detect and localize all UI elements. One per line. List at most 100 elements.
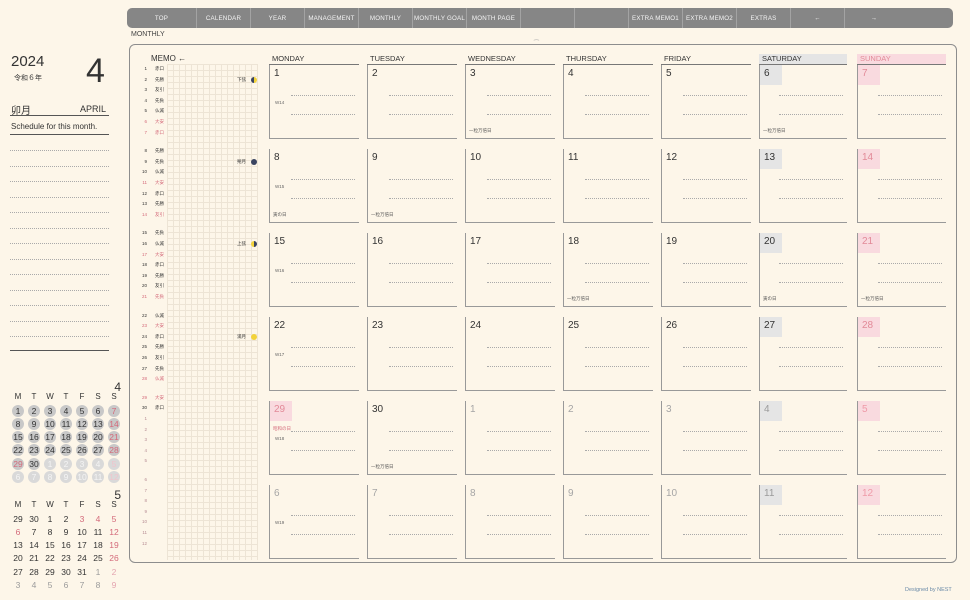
mini-calendar-day[interactable]: 15 [42,539,58,552]
memo-row[interactable]: 3 [139,437,259,447]
day-cell[interactable]: 3 一粒万倍日 [465,65,555,139]
day-cell[interactable]: 21 一粒万倍日 [857,233,946,307]
mini-calendar-day[interactable]: 18 [90,539,106,552]
mini-calendar-day[interactable]: 29 [10,512,26,525]
memo-row[interactable]: 12 [139,541,259,551]
memo-row[interactable]: 7 [139,488,259,498]
mini-calendar-day[interactable]: 30 [26,512,42,525]
memo-row[interactable]: 4 [139,448,259,458]
mini-calendar-day[interactable]: 7 [26,471,42,484]
memo-row[interactable]: 9 先負 朔月 [139,158,259,169]
mini-calendar-day[interactable]: 30 [58,565,74,578]
mini-calendar-day[interactable]: 4 [90,512,106,525]
day-cell[interactable]: 24 [465,317,555,391]
day-cell[interactable]: 22 W17 [269,317,359,391]
mini-calendar-next-month[interactable]: 5 M T W T F S S 29 30 1 2 3 4 5 6 7 8 9 10 11 12 13 14 15 16 17 18… [10,488,122,590]
day-cell[interactable]: 6 W19 [269,485,359,559]
day-cell[interactable]: 5 [857,401,946,475]
schedule-line[interactable] [10,274,109,275]
mini-calendar-day[interactable]: 13 [10,539,26,552]
mini-calendar-day[interactable]: 3 [10,579,26,592]
day-cell[interactable]: 2 [367,65,457,139]
mini-calendar-day[interactable]: 25 [58,444,74,457]
day-cell[interactable]: 27 [759,317,847,391]
mini-calendar-day[interactable]: 29 [10,457,26,470]
mini-calendar-day[interactable]: 28 [106,444,122,457]
memo-row[interactable]: 9 [139,509,259,519]
drag-handle[interactable]: ⁀ [534,40,539,47]
day-cell[interactable]: 20 寅の日 [759,233,847,307]
day-cell[interactable]: 8 W15 寅の日 [269,149,359,223]
mini-calendar-day[interactable]: 1 [10,404,26,417]
day-cell[interactable]: 30 一粒万倍日 [367,401,457,475]
schedule-line[interactable] [10,305,109,306]
mini-calendar-day[interactable]: 10 [74,525,90,538]
memo-row[interactable]: 24 赤口 満月 [139,333,259,344]
day-cell[interactable]: 2 [563,401,653,475]
mini-calendar-day[interactable]: 28 [26,565,42,578]
memo-row[interactable]: 30 赤口 [139,405,259,415]
mini-calendar-day[interactable]: 3 [42,404,58,417]
nav-button--[interactable]: ← [791,8,845,28]
mini-calendar-day[interactable]: 11 [90,471,106,484]
day-cell[interactable]: 29 W18 昭和の日 [269,401,359,475]
memo-row[interactable]: 2 先勝 下弦 [139,76,259,87]
memo-row[interactable]: 6 [139,477,259,487]
mini-calendar-day[interactable]: 5 [106,512,122,525]
mini-calendar-day[interactable]: 7 [26,525,42,538]
day-cell[interactable]: 8 [465,485,555,559]
schedule-line[interactable] [10,227,109,229]
mini-calendar-day[interactable]: 17 [74,539,90,552]
memo-title[interactable]: MEMO ← [151,54,186,63]
day-cell[interactable]: 3 [661,401,751,475]
memo-row[interactable]: 1 赤口 [139,66,259,76]
memo-row[interactable]: 12 赤口 [139,191,259,201]
nav-button-month-page[interactable]: MONTH PAGE [467,8,521,28]
mini-calendar-day[interactable]: 31 [74,565,90,578]
mini-calendar-day[interactable]: 20 [10,552,26,565]
mini-calendar-day[interactable]: 16 [58,539,74,552]
mini-calendar-day[interactable]: 26 [74,444,90,457]
nav-button-top[interactable]: TOP [127,8,197,28]
memo-row[interactable]: 4 先負 [139,98,259,108]
mini-calendar-day[interactable]: 3 [74,457,90,470]
mini-calendar-day[interactable]: 5 [42,579,58,592]
day-cell[interactable]: 9 一粒万倍日 [367,149,457,223]
day-cell[interactable]: 1 W14 [269,65,359,139]
day-cell[interactable]: 23 [367,317,457,391]
nav-button-management[interactable]: MANAGEMENT [305,8,359,28]
nav-button-monthly-goal[interactable]: MONTHLY GOAL [413,8,467,28]
mini-calendar-day[interactable]: 22 [42,552,58,565]
memo-row[interactable]: 27 先負 [139,366,259,376]
day-cell[interactable]: 11 [563,149,653,223]
mini-calendar-day[interactable]: 8 [42,471,58,484]
schedule-line[interactable] [10,289,109,291]
schedule-line[interactable] [10,243,109,244]
memo-row[interactable]: 5 仏滅 [139,108,259,118]
mini-calendar-day[interactable]: 26 [106,552,122,565]
day-cell[interactable]: 26 [661,317,751,391]
mini-calendar-day[interactable]: 9 [26,417,42,430]
mini-calendar-day[interactable]: 10 [42,417,58,430]
day-cell[interactable]: 6 一粒万倍日 [759,65,847,139]
schedule-line[interactable] [10,150,109,151]
mini-calendar-day[interactable]: 23 [58,552,74,565]
memo-row[interactable]: 6 大安 [139,119,259,129]
day-cell[interactable]: 14 [857,149,946,223]
memo-row[interactable]: 10 仏滅 [139,169,259,179]
mini-calendar-day[interactable]: 18 [58,431,74,444]
mini-calendar-day[interactable]: 2 [58,512,74,525]
mini-calendar-day[interactable]: 30 [26,457,42,470]
day-cell[interactable]: 7 [857,65,946,139]
day-cell[interactable]: 7 [367,485,457,559]
mini-calendar-day[interactable]: 14 [106,417,122,430]
mini-calendar-day[interactable]: 19 [74,431,90,444]
schedule-line[interactable] [10,320,109,322]
mini-calendar-day[interactable]: 12 [106,525,122,538]
day-cell[interactable]: 16 [367,233,457,307]
schedule-line[interactable] [10,212,109,213]
memo-row[interactable]: 11 [139,530,259,540]
mini-calendar-day[interactable]: 4 [58,404,74,417]
mini-calendar-day[interactable]: 11 [58,417,74,430]
mini-calendar-day[interactable]: 6 [10,525,26,538]
